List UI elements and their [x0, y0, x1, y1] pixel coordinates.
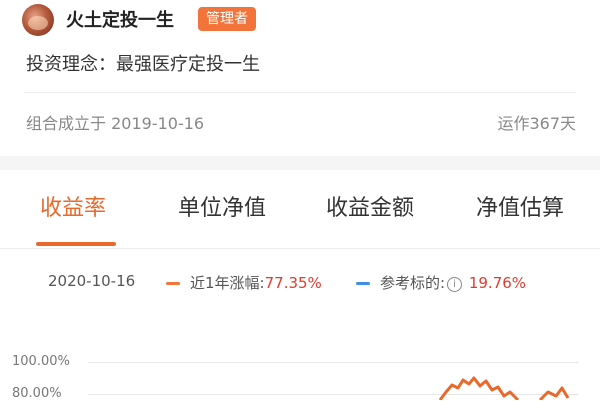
return-series-polyline-2	[538, 386, 570, 400]
running-days: 运作367天	[497, 114, 576, 133]
tab-return-amount[interactable]: 收益金额	[326, 190, 414, 222]
benchmark-legend-dash	[356, 282, 370, 285]
primary-return: 近1年涨幅:77.35%	[190, 272, 322, 293]
portfolio-meta: 组合成立于 2019-10-16 运作367天	[0, 104, 600, 138]
investment-philosophy: 投资理念：最强医疗定投一生	[26, 54, 260, 75]
username[interactable]: 火土定投一生	[66, 6, 174, 32]
portfolio-header: 火土定投一生 管理者 投资理念：最强医疗定投一生	[0, 0, 600, 92]
founded-date: 组合成立于 2019-10-16	[26, 114, 205, 133]
tab-bar: 收益率 单位净值 收益金额 净值估算	[0, 170, 600, 248]
divider	[0, 248, 600, 249]
benchmark-label: 参考标的:	[380, 274, 446, 292]
return-summary: 2020-10-16 近1年涨幅:77.35% 参考标的: i 19.76%	[0, 268, 600, 296]
active-tab-indicator	[36, 242, 116, 246]
tab-unit-nav[interactable]: 单位净值	[178, 190, 266, 222]
tab-nav-estimate[interactable]: 净值估算	[476, 190, 564, 222]
avatar[interactable]	[22, 4, 54, 36]
primary-legend-dash	[166, 282, 180, 285]
divider	[24, 92, 576, 93]
section-gap	[0, 156, 600, 170]
manager-badge: 管理者	[198, 7, 256, 31]
return-chart[interactable]: 100.00% 80.00%	[0, 340, 600, 401]
benchmark-return: 参考标的: i 19.76%	[380, 272, 526, 293]
primary-return-value: 77.35%	[264, 274, 322, 292]
summary-date: 2020-10-16	[48, 272, 136, 290]
tab-return-rate[interactable]: 收益率	[40, 190, 106, 222]
info-icon[interactable]: i	[447, 277, 463, 292]
return-series-polyline	[438, 376, 520, 400]
benchmark-value: 19.76%	[468, 274, 527, 292]
return-series-line	[438, 376, 570, 400]
primary-return-label: 近1年涨幅:	[190, 274, 265, 292]
